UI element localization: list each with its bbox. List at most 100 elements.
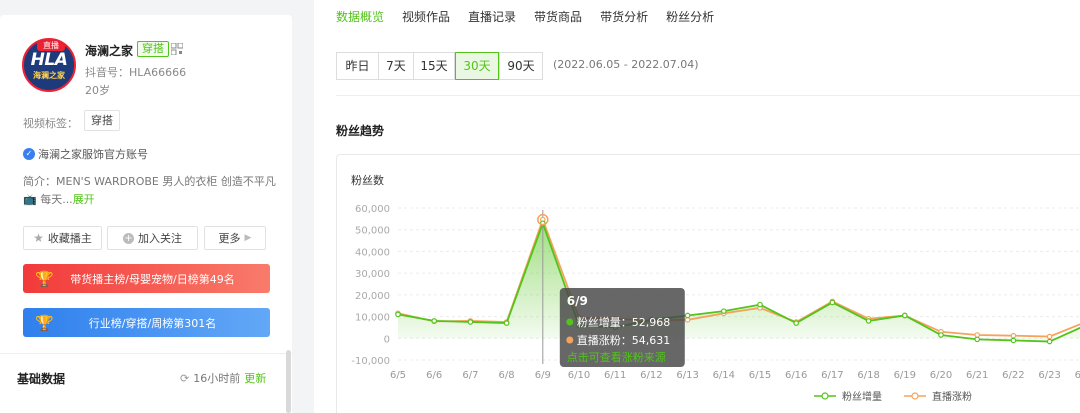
section-divider	[336, 95, 1080, 96]
legend-label: 粉丝增量	[842, 390, 882, 403]
refresh-link[interactable]: 更新	[244, 370, 266, 386]
tab-live[interactable]: 直播记录	[468, 8, 516, 25]
follow-label: 加入关注	[138, 232, 182, 245]
avatar-logo: HLA	[30, 50, 68, 70]
range-yesterday[interactable]: 昨日	[336, 52, 379, 80]
trophy-icon: 🏆	[35, 313, 54, 332]
favorite-button[interactable]: ★ 收藏播主	[23, 226, 102, 250]
x-tick-label: 6/15	[749, 370, 771, 381]
data-point	[1010, 337, 1017, 344]
y-tick-label: 60,000	[355, 204, 390, 215]
fans-trend-chart[interactable]: 60,000 50,000 40,000 30,000 20,000 10,000 0 -10…	[336, 190, 1080, 413]
trophy-icon: 🏆	[35, 269, 54, 288]
basic-data-title: 基础数据	[17, 372, 66, 386]
x-tick-label: 6/21	[966, 370, 988, 381]
intro-expand-link[interactable]: 展开	[73, 193, 95, 206]
intro-text: 简介：MEN'S WARDROBE 男人的衣柜 创造不平凡 📺 每天...	[23, 175, 276, 206]
x-tick-label: 6/20	[930, 370, 952, 381]
y-tick-label: 30,000	[355, 269, 390, 280]
qr-code-icon[interactable]	[171, 43, 183, 55]
data-point	[1046, 333, 1053, 340]
data-point	[974, 336, 981, 343]
profile-age: 20岁	[85, 84, 110, 97]
data-point	[829, 299, 836, 306]
douyin-id: 抖音号：HLA66666	[85, 66, 187, 79]
refresh-icon: ⟳	[180, 371, 190, 385]
data-point	[467, 319, 474, 325]
x-tick-label: 6/16	[785, 370, 807, 381]
legend-label: 直播涨粉	[932, 390, 972, 403]
data-point	[757, 301, 763, 308]
chevron-right-icon: ▶	[244, 233, 252, 243]
data-point	[865, 318, 872, 324]
industry-rank-text: 行业榜/穿搭/周榜第301名	[88, 316, 217, 330]
tab-sales-analysis[interactable]: 带货分析	[600, 8, 648, 25]
x-tick-label: 6/7	[462, 370, 478, 381]
y-tick-label: 0	[384, 334, 390, 345]
legend-marker	[821, 392, 829, 400]
favorite-label: 收藏播主	[47, 232, 92, 245]
tooltip-hint-link[interactable]: 点击可查看涨粉来源	[567, 350, 666, 364]
data-point	[1046, 338, 1053, 345]
plus-circle-icon: +	[123, 232, 134, 244]
tooltip-row-live: 直播涨粉：54,631	[577, 333, 671, 347]
x-tick-label: 6/9	[535, 370, 551, 381]
x-tick-label: 6/8	[499, 370, 515, 381]
tab-overview[interactable]: 数据概览	[336, 8, 384, 25]
range-90d[interactable]: 90天	[499, 52, 543, 80]
profile-intro: 简介：MEN'S WARDROBE 男人的衣柜 创造不平凡 📺 每天...展开	[23, 173, 278, 209]
y-tick-label: -10,000	[351, 356, 390, 367]
data-point	[684, 312, 691, 319]
x-tick-label: 6/10	[568, 370, 590, 381]
avatar[interactable]: 直播 HLA 海澜之家	[22, 38, 76, 92]
category-badge: 穿搭	[137, 41, 169, 57]
legend-marker	[911, 392, 919, 400]
data-point	[431, 318, 438, 324]
data-point	[684, 317, 691, 323]
tab-videos[interactable]: 视频作品	[402, 8, 450, 25]
updated-time: 16小时前	[193, 372, 241, 385]
tooltip-dot-fans	[566, 318, 574, 326]
x-tick-label: 6/6	[426, 370, 442, 381]
avatar-subtitle: 海澜之家	[33, 71, 65, 80]
x-tick-label: 6/23	[1038, 370, 1060, 381]
tooltip-dot-live	[566, 336, 574, 344]
x-tick-label: 6/11	[604, 370, 626, 381]
fans-trend-title: 粉丝趋势	[336, 124, 385, 138]
main-tabs: 数据概览 视频作品 直播记录 带货商品 带货分析 粉丝分析	[336, 8, 732, 25]
data-point	[974, 332, 981, 338]
sidebar-divider	[0, 353, 292, 354]
data-point	[720, 308, 727, 314]
verified-check-icon: ✓	[23, 148, 35, 160]
y-tick-label: 10,000	[355, 313, 390, 324]
area-fill	[398, 223, 1080, 342]
follow-button[interactable]: + 加入关注	[107, 226, 198, 250]
sales-rank-banner[interactable]: 🏆 带货播主榜/母婴宠物/日榜第49名	[23, 264, 270, 293]
sidebar-scrollbar[interactable]	[286, 350, 291, 413]
date-range-text: (2022.06.05 - 2022.07.04)	[553, 58, 699, 71]
tab-fans-analysis[interactable]: 粉丝分析	[666, 8, 714, 25]
x-tick-label: 6/14	[713, 370, 735, 381]
update-info: ⟳ 16小时前 更新	[180, 370, 266, 386]
x-tick-label: 6/13	[676, 370, 698, 381]
video-tag-label: 视频标签：	[23, 117, 78, 130]
range-15d[interactable]: 15天	[413, 52, 455, 80]
video-tag-chip[interactable]: 穿搭	[84, 110, 120, 131]
tab-products[interactable]: 带货商品	[534, 8, 582, 25]
data-point	[793, 320, 800, 326]
range-30d[interactable]: 30天	[455, 52, 499, 80]
more-button[interactable]: 更多 ▶	[204, 226, 266, 250]
verified-account: ✓ 海澜之家服饰官方账号	[23, 146, 148, 162]
x-tick-label: 6/19	[894, 370, 916, 381]
y-tick-label: 20,000	[355, 291, 390, 302]
chart-title: 粉丝数	[351, 174, 384, 187]
x-tick-label: 6/24	[1075, 370, 1080, 381]
more-label: 更多	[218, 232, 241, 245]
range-7d[interactable]: 7天	[378, 52, 414, 80]
x-tick-label: 6/5	[390, 370, 406, 381]
industry-rank-banner[interactable]: 🏆 行业榜/穿搭/周榜第301名	[23, 308, 270, 337]
x-tick-label: 6/18	[857, 370, 879, 381]
data-point	[1010, 332, 1017, 339]
verified-text: 海澜之家服饰官方账号	[38, 148, 148, 161]
tooltip-date: 6/9	[567, 294, 588, 308]
